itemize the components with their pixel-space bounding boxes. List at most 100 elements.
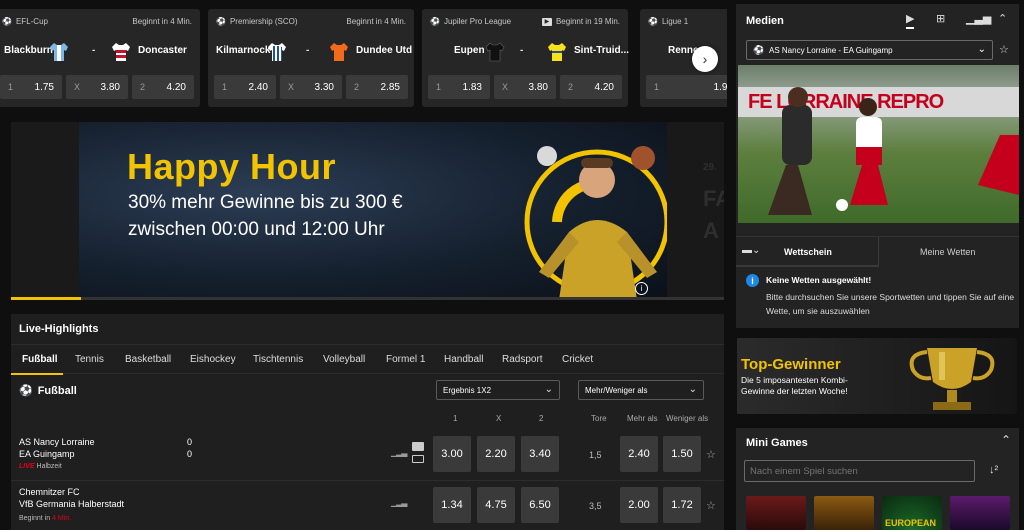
odd-button-x[interactable]: 2.20 xyxy=(477,436,515,472)
chevron-up-icon[interactable]: ⌃ xyxy=(1001,433,1011,447)
odd-button-1[interactable]: 1 1.75 xyxy=(0,75,62,99)
stats-icon[interactable]: ▁▃▅ xyxy=(966,12,991,25)
pitch-icon[interactable]: ⊞ xyxy=(936,12,945,25)
promo-title: Top-Gewinner xyxy=(741,356,841,373)
upcoming-matches-strip: ⚽ EFL-Cup Beginnt in 4 Min. Blackburn - … xyxy=(0,0,727,112)
odd-button-1[interactable]: 3.00 xyxy=(433,436,471,472)
next-banner-peek: 29. FA A xyxy=(667,122,724,300)
home-team: AS Nancy Lorraine xyxy=(19,437,95,447)
odd-button-2[interactable]: 2 4.20 xyxy=(132,75,194,99)
odd-button-1[interactable]: 1 2.40 xyxy=(214,75,276,99)
versus-separator: - xyxy=(306,45,310,56)
chevron-down-icon: ⌄ xyxy=(688,384,697,395)
tab-formula-1[interactable]: Formel 1 xyxy=(386,354,425,365)
tab-cycling[interactable]: Radsport xyxy=(502,354,543,365)
home-shirt-icon xyxy=(50,43,68,61)
league-label: ⚽ EFL-Cup xyxy=(2,17,48,26)
odd-button-1[interactable]: 11.95 xyxy=(646,75,727,99)
carousel-next-button[interactable]: › xyxy=(692,46,718,72)
league-label: ⚽ Jupiler Pro League xyxy=(430,17,512,26)
col-header-under: Weniger als xyxy=(666,414,709,423)
col-header-x: X xyxy=(496,414,502,423)
home-shirt-icon xyxy=(485,42,505,62)
game-thumbnail[interactable] xyxy=(814,496,874,530)
tab-ice-hockey[interactable]: Eishockey xyxy=(190,354,236,365)
table-row[interactable]: AS Nancy Lorraine EA Guingamp 0 0 LIVE H… xyxy=(11,432,724,478)
live-video-player[interactable]: FE LORRAINE REPRO xyxy=(738,65,1019,223)
game-search-input[interactable] xyxy=(744,460,975,482)
favorite-star-icon[interactable]: ☆ xyxy=(706,448,716,461)
tab-my-bets[interactable]: Meine Wetten xyxy=(920,247,975,257)
stats-icon[interactable]: ▁▂▃ xyxy=(391,498,408,507)
match-card[interactable]: ⚽ Jupiler Pro League ▶ Beginnt in 19 Min… xyxy=(422,9,629,107)
tab-handball[interactable]: Handball xyxy=(444,354,483,365)
banner-title: Happy Hour xyxy=(127,146,337,187)
favorite-star-icon[interactable]: ☆ xyxy=(706,499,716,512)
odd-button-1[interactable]: 1.34 xyxy=(433,487,471,523)
away-team: Dundee Utd xyxy=(356,45,413,56)
odd-button-1[interactable]: 1 1.83 xyxy=(428,75,490,99)
start-time: ▶ Beginnt in 19 Min. xyxy=(541,17,620,26)
section-title: Live-Highlights xyxy=(19,323,99,335)
top-winners-banner[interactable]: Top-Gewinner Die 5 imposantesten Kombi- … xyxy=(737,338,1017,414)
stats-icon[interactable]: ▁▂▃ xyxy=(391,448,408,457)
match-card[interactable]: ⚽ EFL-Cup Beginnt in 4 Min. Blackburn - … xyxy=(0,9,200,107)
tab-cricket[interactable]: Cricket xyxy=(562,354,593,365)
stream-select[interactable]: ⚽ AS Nancy Lorraine - EA Guingamp ⌄ xyxy=(746,40,993,60)
table-row[interactable]: Chemnitzer FC VfB Germania Halberstadt B… xyxy=(11,482,724,530)
odds-row: 1 1.83 X 3.80 2 4.20 xyxy=(428,75,622,99)
odd-button-x[interactable]: X 3.80 xyxy=(494,75,556,99)
teams: Eupen - Sint-Truid... xyxy=(422,39,629,63)
match-card[interactable]: ⚽ Premiership (SCO) Beginnt in 4 Min. Ki… xyxy=(208,9,414,107)
odd-button-2[interactable]: 2 4.20 xyxy=(560,75,622,99)
mini-games-panel: Mini Games ⌃ ↓² EUROPEAN xyxy=(736,428,1019,530)
odd-button-2[interactable]: 6.50 xyxy=(521,487,559,523)
odd-button-x[interactable]: X 3.80 xyxy=(66,75,128,99)
video-icon[interactable]: ▶ xyxy=(906,12,915,29)
odds-row: 1 1.75 X 3.80 2 4.20 xyxy=(0,75,194,99)
live-stream-icon[interactable] xyxy=(412,442,424,451)
match-status: LIVE Halbzeit xyxy=(19,463,62,470)
odd-button-x[interactable]: X 3.30 xyxy=(280,75,342,99)
odd-button-2[interactable]: 2 2.85 xyxy=(346,75,408,99)
odd-button-x[interactable]: 4.75 xyxy=(477,487,515,523)
tab-football[interactable]: Fußball xyxy=(22,354,58,365)
away-shirt-icon xyxy=(330,43,348,61)
active-tab-indicator xyxy=(736,265,878,267)
odd-button-over[interactable]: 2.00 xyxy=(620,487,658,523)
pin-icon[interactable]: ☆ xyxy=(999,43,1009,56)
tab-basketball[interactable]: Basketball xyxy=(125,354,171,365)
away-shirt-icon xyxy=(548,43,566,61)
sport-tabs: Fußball Tennis Basketball Eishockey Tisc… xyxy=(11,344,724,375)
info-icon[interactable]: i xyxy=(635,282,648,295)
promo-banner[interactable]: 29. FA A Happy Hour 30% mehr Gewinne bis… xyxy=(11,122,724,300)
scoreboard-icon[interactable] xyxy=(412,455,424,463)
odd-button-under[interactable]: 1.50 xyxy=(663,436,701,472)
chevron-down-icon: ⌄ xyxy=(977,44,986,55)
odd-button-under[interactable]: 1.72 xyxy=(663,487,701,523)
tab-table-tennis[interactable]: Tischtennis xyxy=(253,354,303,365)
start-time: Beginnt in 4 Min. xyxy=(346,17,406,26)
tab-betslip[interactable]: Wettschein xyxy=(784,247,832,257)
banner-line-1: 30% mehr Gewinne bis zu 300 € xyxy=(128,192,403,213)
media-panel: Medien ▶ ⊞ ▁▃▅ ⌃ ⚽ AS Nancy Lorraine - E… xyxy=(736,4,1019,328)
tab-tennis[interactable]: Tennis xyxy=(75,354,104,365)
betslip-icon[interactable]: ▬⌄ xyxy=(742,245,760,256)
col-header-goals: Tore xyxy=(591,414,607,423)
odd-button-2[interactable]: 3.40 xyxy=(521,436,559,472)
chevron-up-icon[interactable]: ⌃ xyxy=(998,12,1007,25)
teams: Blackburn - Doncaster xyxy=(0,39,200,63)
media-title: Medien xyxy=(746,15,784,27)
game-thumbnail[interactable] xyxy=(950,496,1010,530)
game-thumbnail[interactable] xyxy=(746,496,806,530)
sort-icon[interactable]: ↓² xyxy=(989,464,998,476)
betslip-tabs: ▬⌄ Wettschein Meine Wetten xyxy=(736,236,1019,267)
market-select-1x2[interactable]: Ergebnis 1X2 ⌄ xyxy=(436,380,560,400)
home-score: 0 xyxy=(187,437,193,447)
game-thumbnail[interactable]: EUROPEAN xyxy=(882,496,942,530)
away-score: 0 xyxy=(187,449,193,459)
market-select-over-under[interactable]: Mehr/Weniger als ⌄ xyxy=(578,380,704,400)
odd-button-over[interactable]: 2.40 xyxy=(620,436,658,472)
tab-volleyball[interactable]: Volleyball xyxy=(323,354,365,365)
active-tab-indicator xyxy=(11,373,63,375)
